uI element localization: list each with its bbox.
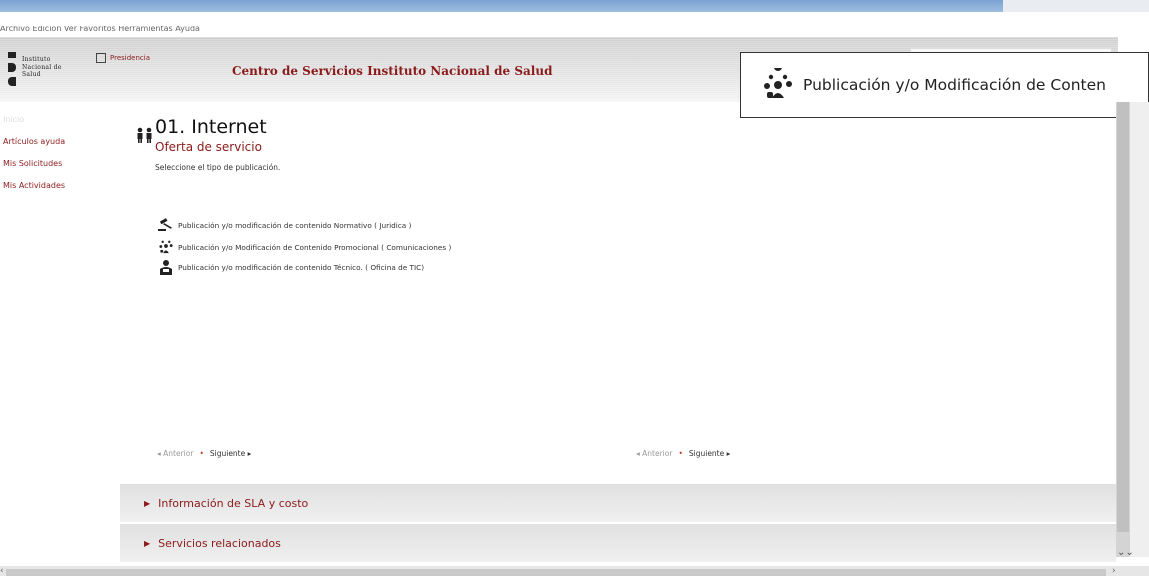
sidebar-item-inicio[interactable]: Inicio [3,115,113,124]
accordion-servicios-label: Servicios relacionados [158,536,281,550]
horizontal-scroll-thumb[interactable] [6,569,1106,576]
option-normativo-label: Publicación y/o modificación de contenid… [178,220,412,230]
site-title: Centro de Servicios Instituto Nacional d… [232,64,553,78]
pager-dot: • [678,449,683,458]
horizontal-scrollbar[interactable]: ‹ › [0,566,1149,576]
option-tecnico[interactable]: Publicación y/o modificación de contenid… [158,259,424,275]
caret-right-icon: ▶ [144,498,151,508]
page-subtitle: Oferta de servicio [155,140,262,154]
instruction-text: Seleccione el tipo de publicación. [155,163,281,172]
people-network-icon [764,68,792,98]
presidencia-label: Presidencia [110,54,150,62]
next-button[interactable]: Siguiente ▸ [689,449,731,458]
pager-left: ◂ Anterior • Siguiente ▸ [157,449,251,458]
option-promocional-label: Publicación y/o Modificación de Contenid… [178,242,452,252]
presidencia-icon [96,53,106,63]
prev-button[interactable]: ◂ Anterior [157,449,193,458]
pager-dot: • [199,449,204,458]
accordion-servicios-relacionados[interactable]: ▶ Servicios relacionados [120,524,1116,562]
chevron-down-icon[interactable]: ⌄⌄ [1117,547,1134,558]
gavel-icon [158,218,172,231]
option-tooltip: Publicación y/o Modificación de Conten [740,52,1149,118]
accordion-sla[interactable]: ▶ Información de SLA y costo [120,484,1116,522]
logo-line-3: Salud [22,71,41,78]
browser-title-bar [0,0,1149,12]
sidebar-item-articulos-ayuda[interactable]: Artículos ayuda [3,137,113,146]
next-button[interactable]: Siguiente ▸ [210,449,252,458]
sidebar-item-mis-solicitudes[interactable]: Mis Solicitudes [3,159,113,168]
scroll-right-icon[interactable]: › [1112,566,1116,576]
vertical-scrollbar[interactable] [1116,102,1130,557]
accordion-sla-label: Información de SLA y costo [158,496,309,510]
people-network-icon [159,240,173,254]
tooltip-text: Publicación y/o Modificación de Conten [803,76,1106,94]
address-bar[interactable] [6,12,1001,26]
option-promocional[interactable]: Publicación y/o Modificación de Contenid… [158,239,451,255]
caret-right-icon: ▶ [144,538,151,548]
title-bar-controls-area [1003,0,1149,12]
logo-line-1: Instituto [22,56,51,63]
vertical-scroll-thumb[interactable] [1117,102,1129,532]
ins-logo[interactable]: Instituto Nacional de Salud [8,52,88,90]
pager-right: ◂ Anterior • Siguiente ▸ [636,449,730,458]
page-title: 01. Internet [155,116,267,138]
option-tecnico-label: Publicación y/o modificación de contenid… [178,262,425,272]
outer-vertical-scrollbar[interactable] [1130,102,1149,557]
browser-menu-bar[interactable]: Archivo Edición Ver Favoritos Herramient… [0,26,760,35]
presidencia-link[interactable]: Presidencia [96,53,150,63]
sidebar: Inicio Artículos ayuda Mis Solicitudes M… [3,115,113,203]
technician-icon [160,260,172,275]
logo-line-2: Nacional de [22,63,62,71]
prev-button[interactable]: ◂ Anterior [636,449,672,458]
option-normativo[interactable]: Publicación y/o modificación de contenid… [158,218,411,232]
sidebar-item-mis-actividades[interactable]: Mis Actividades [3,181,113,190]
people-icon [137,127,152,143]
scroll-left-icon[interactable]: ‹ [0,566,4,576]
